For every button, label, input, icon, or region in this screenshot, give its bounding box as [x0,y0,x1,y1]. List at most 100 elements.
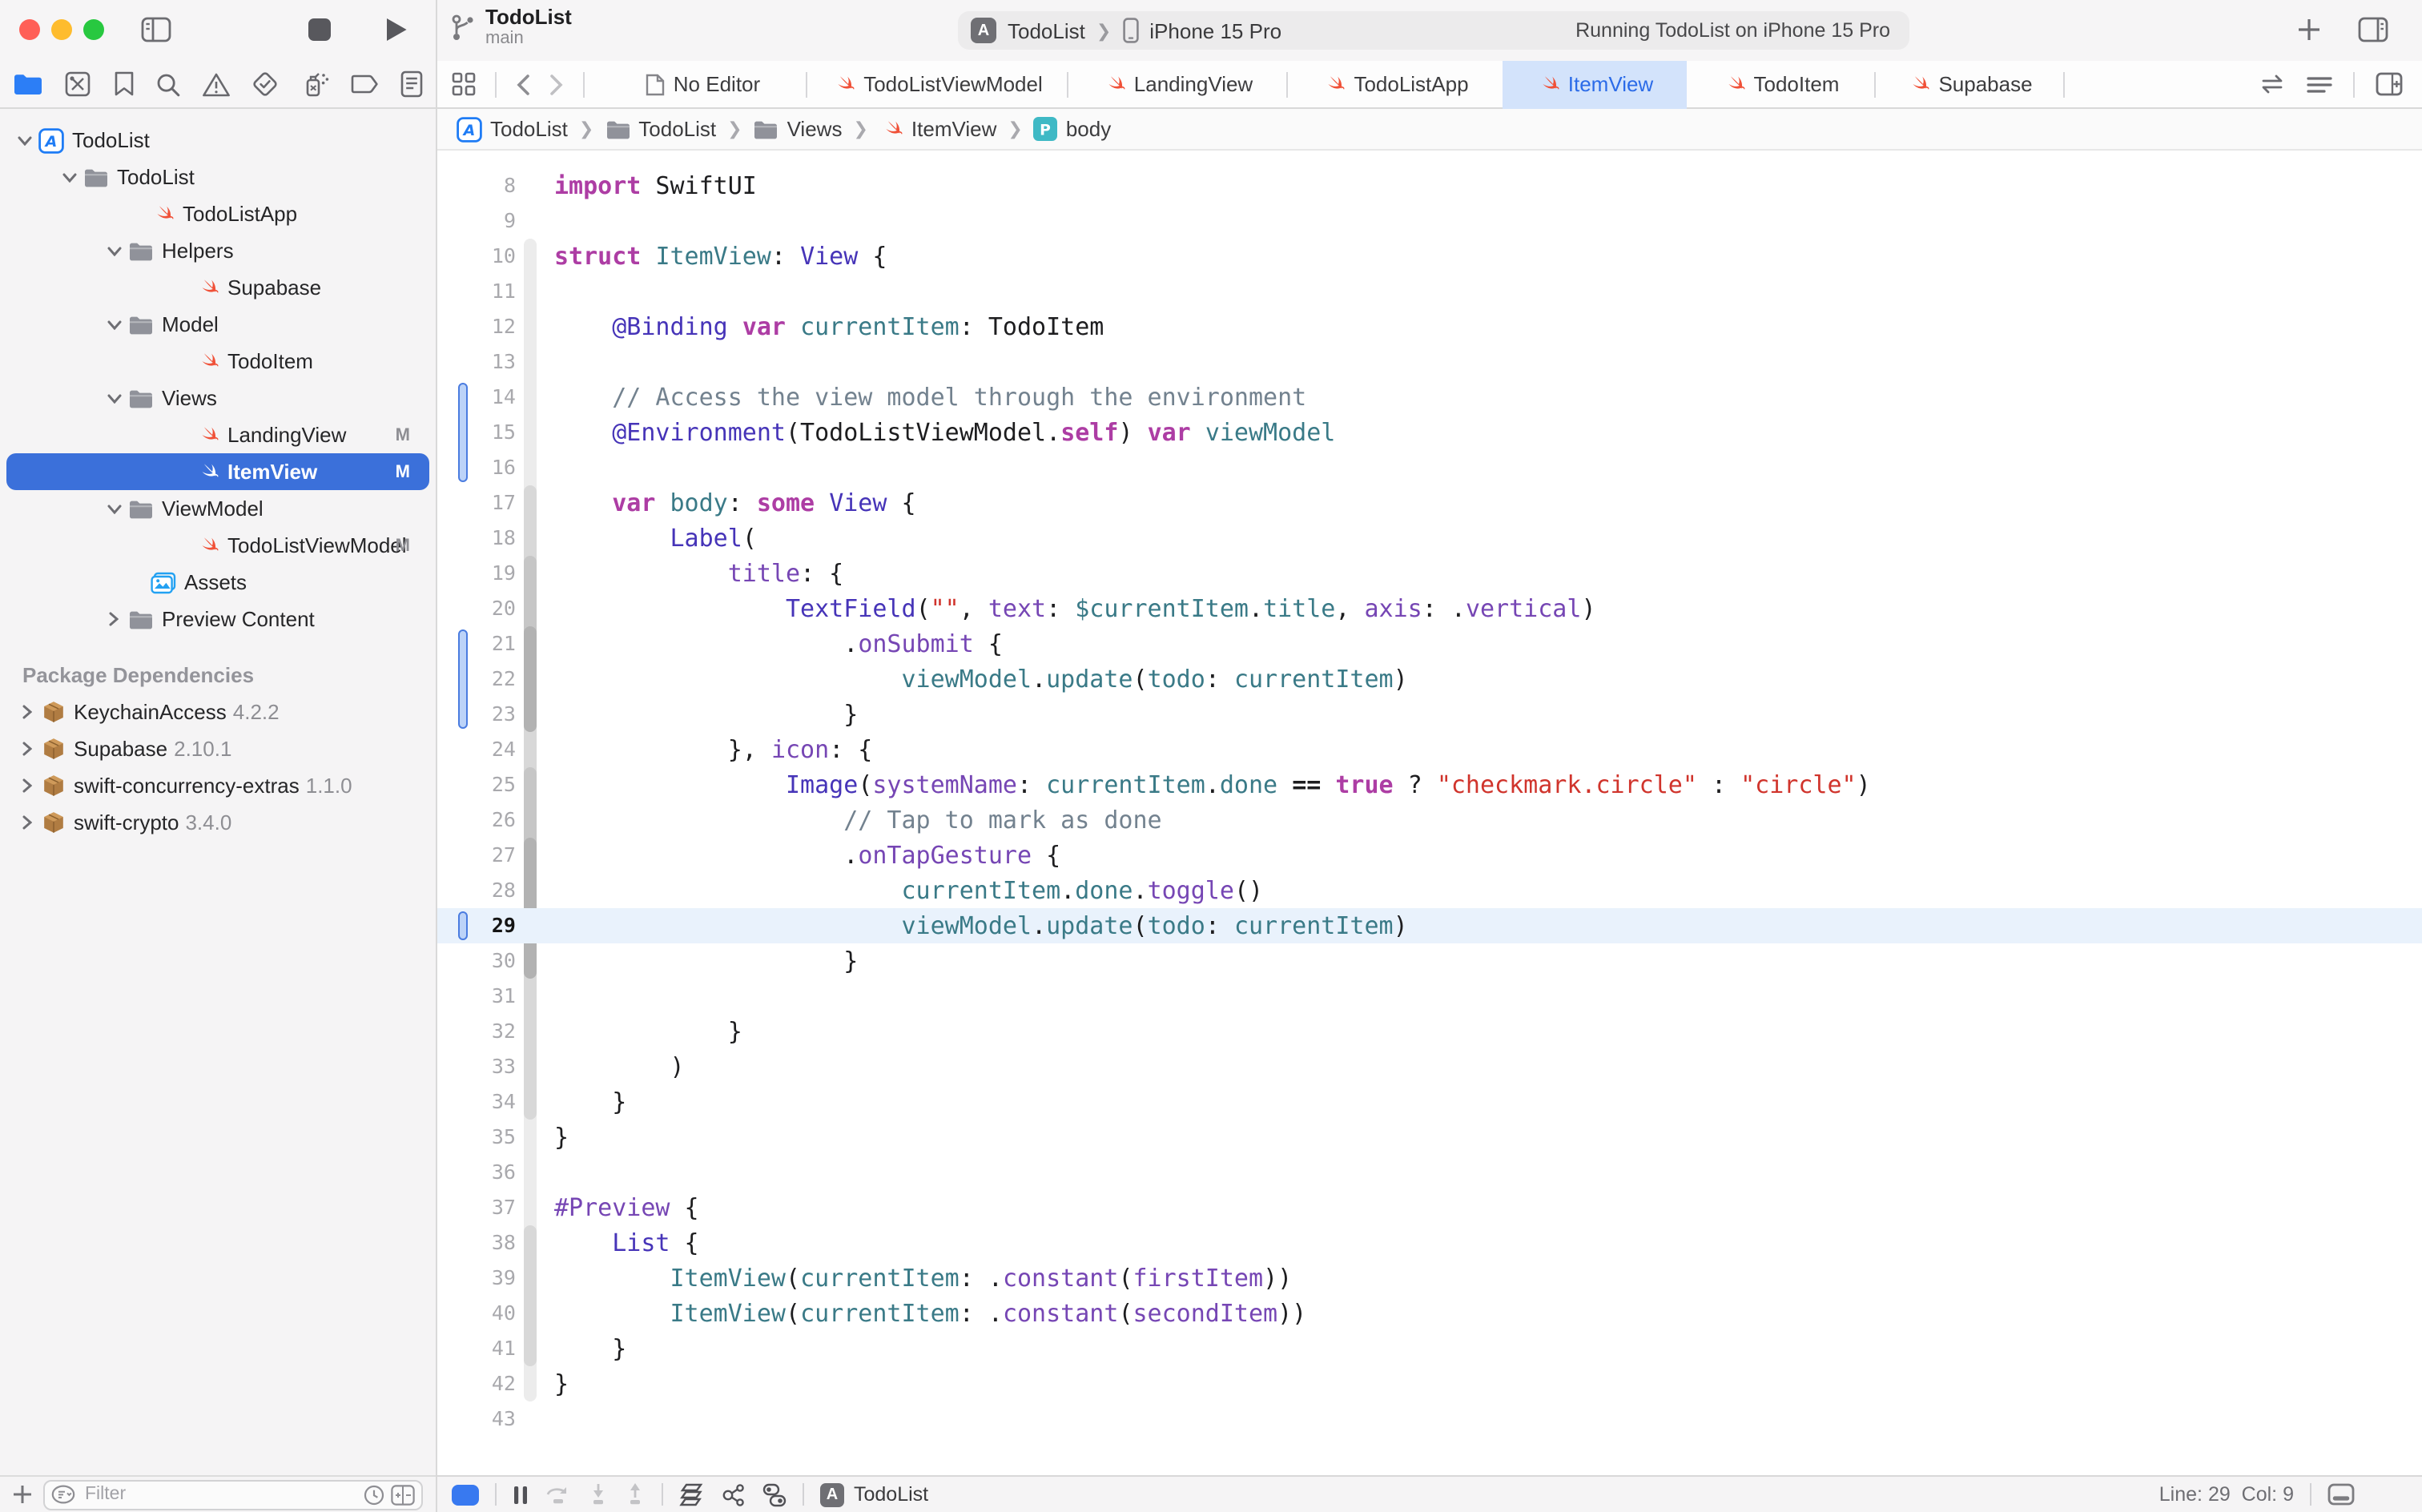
toggle-debug-area-icon[interactable] [2327,1483,2355,1506]
code-line[interactable]: 38 List { [436,1225,2422,1261]
line-number[interactable]: 28 [452,873,516,908]
window-zoom-button[interactable] [83,19,104,40]
disclosure-open-icon[interactable] [16,132,32,148]
tab-itemview[interactable]: ItemView [1503,60,1687,108]
tab-todolistviewmodel[interactable]: TodoListViewModel [807,60,1067,108]
disclosure-open-icon[interactable] [61,169,77,185]
disclosure-open-icon[interactable] [106,316,122,332]
sidebar-item-viewmodel[interactable]: ViewModel [0,490,436,527]
code-line[interactable]: 40 ItemView(currentItem: .constant(secon… [436,1296,2422,1331]
line-number[interactable]: 34 [452,1084,516,1120]
line-number[interactable]: 24 [452,732,516,767]
tab-landingview[interactable]: LandingView [1068,60,1286,108]
code-line[interactable]: 10struct ItemView: View { [436,239,2422,274]
line-number[interactable]: 10 [452,239,516,274]
related-items-grid-icon[interactable] [452,72,476,96]
source-control-change-bar[interactable] [458,629,468,729]
code-line[interactable]: 32 } [436,1014,2422,1049]
run-destination[interactable]: iPhone 15 Pro [1149,18,1281,42]
issues-navigator-icon[interactable] [202,71,231,97]
code-line[interactable]: 21 .onSubmit { [436,626,2422,662]
sidebar-item-todolistapp[interactable]: TodoListApp [0,195,436,232]
disclosure-closed-icon[interactable] [106,611,122,627]
view-hierarchy-icon[interactable] [679,1482,705,1506]
code-line[interactable]: 28 currentItem.done.toggle() [436,873,2422,908]
filter-input[interactable] [82,1483,357,1506]
line-number[interactable]: 35 [452,1120,516,1155]
code-line[interactable]: 15 @Environment(TodoListViewModel.self) … [436,415,2422,450]
tests-navigator-icon[interactable] [252,70,280,98]
line-number[interactable]: 41 [452,1331,516,1366]
tab-todolistapp[interactable]: TodoListApp [1288,60,1503,108]
code-line[interactable]: 13 [436,344,2422,380]
add-item-icon[interactable] [13,1485,32,1504]
sidebar-item-views[interactable]: Views [0,380,436,416]
back-icon[interactable] [516,73,530,95]
disclosure-open-icon[interactable] [106,390,122,406]
code-line[interactable]: 33 ) [436,1049,2422,1084]
code-line[interactable]: 17 var body: some View { [436,485,2422,521]
code-line[interactable]: 18 Label( [436,521,2422,556]
tab-todoitem[interactable]: TodoItem [1687,60,1874,108]
sidebar-item-helpers[interactable]: Helpers [0,232,436,269]
toggle-right-sidebar-icon[interactable] [2358,16,2388,43]
code-line[interactable]: 25 Image(systemName: currentItem.done ==… [436,767,2422,802]
line-number[interactable]: 30 [452,943,516,979]
add-editor-icon[interactable] [2376,72,2403,96]
line-number[interactable]: 19 [452,556,516,591]
breadcrumb-todolist[interactable]: TodoList [605,117,716,141]
package-item-supabase[interactable]: Supabase2.10.1 [0,730,436,767]
recent-files-clock-icon[interactable] [364,1484,384,1505]
code-line[interactable]: 36 [436,1155,2422,1190]
line-number[interactable]: 38 [452,1225,516,1261]
line-number[interactable]: 43 [452,1401,516,1437]
line-number[interactable]: 37 [452,1190,516,1225]
sidebar-item-assets[interactable]: Assets [0,564,436,601]
code-line[interactable]: 24 }, icon: { [436,732,2422,767]
disclosure-closed-icon[interactable] [19,741,35,757]
code-line[interactable]: 12 @Binding var currentItem: TodoItem [436,309,2422,344]
window-minimize-button[interactable] [51,19,72,40]
sidebar-item-preview-content[interactable]: Preview Content [0,601,436,637]
code-line[interactable]: 35} [436,1120,2422,1155]
line-number[interactable]: 32 [452,1014,516,1049]
disclosure-open-icon[interactable] [106,501,122,517]
source-editor[interactable]: 8import SwiftUI910struct ItemView: View … [436,151,2422,1475]
code-line[interactable]: 16 [436,450,2422,485]
run-button[interactable] [384,16,408,43]
line-number[interactable]: 26 [452,802,516,838]
package-item-keychainaccess[interactable]: KeychainAccess4.2.2 [0,694,436,730]
code-line[interactable]: 39 ItemView(currentItem: .constant(first… [436,1261,2422,1296]
filter-scope-icon[interactable] [391,1484,415,1505]
bookmarks-navigator-icon[interactable] [113,70,134,98]
line-number[interactable]: 39 [452,1261,516,1296]
code-line[interactable]: 37#Preview { [436,1190,2422,1225]
stop-button[interactable] [308,18,332,42]
tab-no-editor[interactable]: No Editor [601,60,806,108]
scheme-selector[interactable]: A TodoList ❯ iPhone 15 Pro [958,18,1281,43]
breakpoints-toggle-icon[interactable] [452,1484,479,1505]
line-number[interactable]: 8 [452,168,516,203]
breadcrumb-views[interactable]: Views [754,117,843,141]
source-control-navigator-icon[interactable] [65,70,92,98]
memory-graph-icon[interactable] [721,1482,746,1506]
line-number[interactable]: 31 [452,979,516,1014]
line-number[interactable]: 12 [452,309,516,344]
breadcrumb-body[interactable]: Pbody [1034,117,1111,141]
disclosure-closed-icon[interactable] [19,778,35,794]
code-line[interactable]: 26 // Tap to mark as done [436,802,2422,838]
line-number[interactable]: 36 [452,1155,516,1190]
source-control-change-bar[interactable] [458,911,468,940]
line-number[interactable]: 27 [452,838,516,873]
source-control-summary[interactable]: TodoList main [450,5,572,50]
code-line[interactable]: 8import SwiftUI [436,168,2422,203]
disclosure-closed-icon[interactable] [19,814,35,830]
code-line[interactable]: 30 } [436,943,2422,979]
sidebar-item-landingview[interactable]: LandingViewM [0,416,436,453]
toggle-left-sidebar-icon[interactable] [141,16,171,43]
step-into-icon[interactable] [588,1483,609,1506]
debug-navigator-icon[interactable] [300,70,329,98]
code-line-current[interactable]: 29 viewModel.update(todo: currentItem) [436,908,2422,943]
line-number[interactable]: 42 [452,1366,516,1401]
package-item-swift-crypto[interactable]: swift-crypto3.4.0 [0,804,436,841]
